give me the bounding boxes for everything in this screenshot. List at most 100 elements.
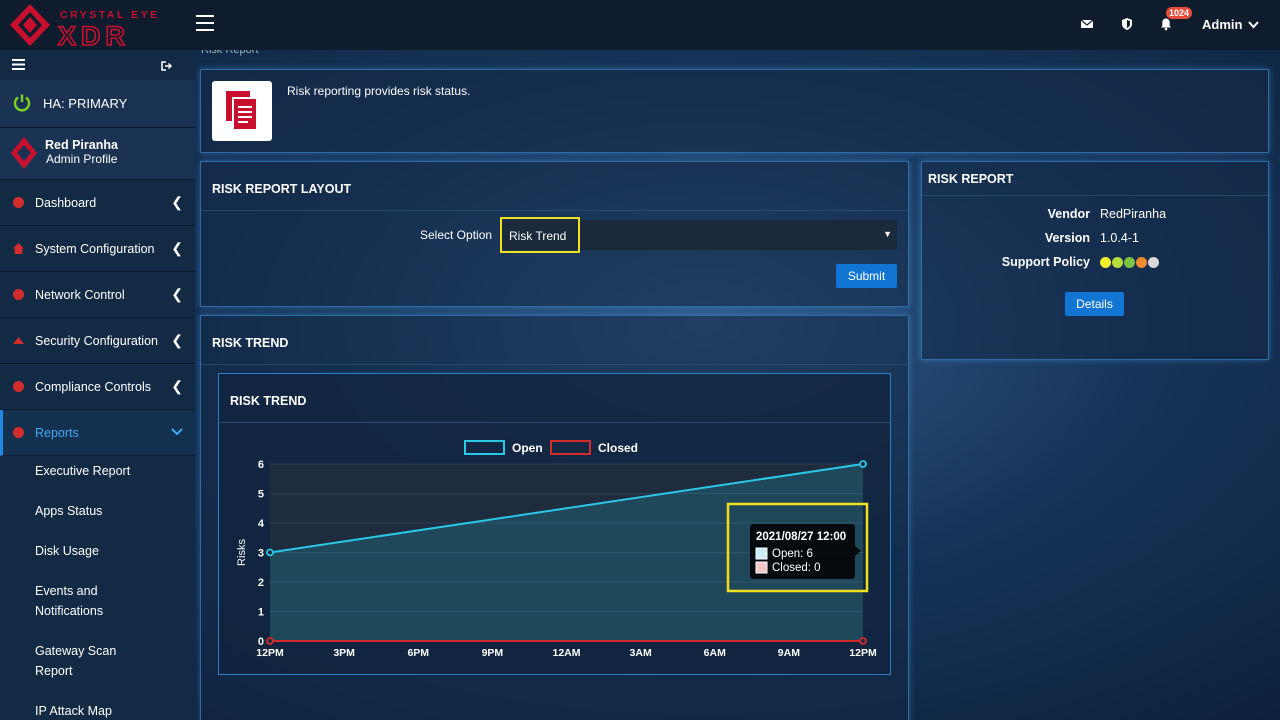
legend-swatch — [550, 440, 591, 455]
x-tick-label: 12PM — [849, 647, 877, 659]
sidebar-item-label: Compliance Controls — [35, 380, 152, 394]
sidebar-item-label: System Configuration — [35, 242, 155, 256]
y-tick-label: 4 — [258, 518, 265, 530]
report-document-icon — [212, 81, 272, 141]
bell-icon[interactable] — [1159, 17, 1173, 31]
globe-icon — [13, 289, 24, 300]
tooltip-closed-value: Closed: 0 — [772, 562, 821, 574]
sidebar-toolbar — [0, 50, 195, 80]
support-policy-dot — [1124, 257, 1135, 268]
risk-report-panel: RISK REPORT Vendor RedPiranha Version 1.… — [921, 161, 1269, 360]
support-policy-dot — [1148, 257, 1159, 268]
x-tick-label: 12AM — [552, 647, 580, 659]
y-tick-label: 5 — [258, 489, 264, 501]
select-option-label: Select Option — [420, 228, 493, 242]
x-tick-label: 12PM — [256, 647, 284, 659]
version-key: Version — [1044, 231, 1090, 245]
x-tick-label: 6PM — [407, 647, 429, 659]
profile-role: Admin Profile — [46, 152, 118, 166]
profile-name: Red Piranha — [45, 138, 118, 152]
chevron-left-icon: ❮ — [171, 286, 183, 302]
chevron-down-icon — [1248, 21, 1259, 29]
dashboard-icon — [13, 197, 24, 208]
submit-button[interactable]: Submit — [836, 264, 897, 288]
info-panel: Risk reporting provides risk status. — [200, 69, 1269, 153]
sidebar-item-label: Network Control — [35, 288, 125, 302]
risk-trend-chart-panel: RISK TREND 0 1 2 3 4 5 6 12PM 3PM 6PM 9PM 12AM 3AM 6A… — [218, 373, 891, 675]
submenu-disk-usage[interactable]: Disk Usage — [0, 534, 195, 574]
chevron-down-icon — [171, 428, 183, 436]
highlight-box — [500, 217, 580, 253]
ha-status-label: HA: PRIMARY — [43, 96, 128, 111]
risk-trend-panel: RISK TREND RISK TREND 0 1 2 3 4 5 6 12PM 3PM 6PM 9… — [200, 315, 909, 720]
submenu-events-notifications[interactable]: Events and Notifications — [0, 574, 120, 634]
user-menu-label: Admin — [1202, 17, 1243, 32]
details-button[interactable]: Details — [1065, 292, 1124, 316]
notification-badge: 1024 — [1166, 7, 1193, 19]
user-menu[interactable]: Admin — [1202, 17, 1259, 32]
support-policy-dot — [1100, 257, 1111, 268]
sidebar-menu: Dashboard ❮ System Configuration ❮ Netwo… — [0, 180, 195, 456]
vendor-value: RedPiranha — [1100, 207, 1167, 221]
power-icon — [13, 94, 31, 112]
sidebar-item-security-configuration[interactable]: Security Configuration ❮ — [0, 318, 195, 364]
tooltip-open-swatch — [755, 547, 768, 560]
sidebar-item-compliance-controls[interactable]: Compliance Controls ❮ — [0, 364, 195, 410]
ha-status: HA: PRIMARY — [0, 80, 195, 128]
sidebar-item-system-configuration[interactable]: System Configuration ❮ — [0, 226, 195, 272]
submenu-gateway-scan-report[interactable]: Gateway Scan Report — [0, 634, 125, 694]
top-bar: CRYSTAL EYE XDR 1024 Admin — [0, 0, 1280, 50]
sidebar-item-label: Dashboard — [35, 196, 97, 210]
sidebar: HA: PRIMARY Red Piranha Admin Profile Da… — [0, 50, 195, 720]
vendor-key: Vendor — [1047, 207, 1090, 221]
support-policy-dot — [1136, 257, 1147, 268]
home-icon — [13, 243, 24, 254]
chevron-left-icon: ❮ — [171, 332, 183, 348]
panel-title: RISK TREND — [212, 336, 289, 350]
support-policy-dot — [1112, 257, 1123, 268]
panel-title: RISK REPORT LAYOUT — [212, 182, 352, 196]
submenu-executive-report[interactable]: Executive Report — [0, 454, 195, 494]
sidebar-item-network-control[interactable]: Network Control ❮ — [0, 272, 195, 318]
mail-icon[interactable] — [1080, 17, 1094, 31]
tooltip-open-value: Open: 6 — [772, 548, 813, 560]
compliance-icon — [13, 381, 24, 392]
reports-submenu: Executive Report Apps Status Disk Usage … — [0, 454, 195, 720]
tooltip-closed-swatch — [755, 561, 768, 574]
main-content: Risk Report Risk reporting provides risk… — [195, 44, 1280, 720]
support-policy-key: Support Policy — [1001, 255, 1090, 269]
profile[interactable]: Red Piranha Admin Profile — [0, 128, 195, 180]
sign-out-icon[interactable] — [161, 61, 173, 71]
panel-title: RISK REPORT — [928, 172, 1014, 186]
y-tick-label: 6 — [258, 459, 264, 471]
x-tick-label: 6AM — [704, 647, 726, 659]
page-description: Risk reporting provides risk status. — [287, 84, 471, 98]
menu-toggle-button[interactable] — [196, 15, 214, 31]
risk-report-layout-panel: RISK REPORT LAYOUT Select Option Risk Tr… — [200, 161, 909, 307]
shield-icon[interactable] — [1120, 17, 1134, 31]
sidebar-item-label: Reports — [35, 426, 79, 440]
red-piranha-logo-icon — [11, 137, 37, 169]
closed-series-point — [266, 637, 274, 645]
reports-icon — [13, 427, 24, 438]
list-toggle-icon[interactable] — [12, 59, 25, 70]
sidebar-item-dashboard[interactable]: Dashboard ❮ — [0, 180, 195, 226]
y-tick-label: 1 — [258, 607, 264, 619]
security-icon — [13, 337, 24, 344]
y-tick-label: 2 — [258, 577, 264, 589]
x-tick-label: 3AM — [630, 647, 652, 659]
crystal-eye-logo[interactable]: CRYSTAL EYE XDR — [8, 2, 168, 48]
closed-series-point — [859, 637, 867, 645]
caret-down-icon: ▼ — [883, 229, 892, 239]
legend-label: Closed — [598, 441, 638, 455]
submenu-apps-status[interactable]: Apps Status — [0, 494, 195, 534]
tooltip-title: 2021/08/27 12:00 — [756, 531, 846, 543]
version-value: 1.0.4-1 — [1100, 231, 1139, 245]
risk-trend-chart: 012345612PM 3PM 6PM 9PM 12AM 3AM 6AM 9AM 12PMRis… — [236, 440, 877, 659]
y-tick-label: 3 — [258, 548, 264, 560]
chevron-left-icon: ❮ — [171, 240, 183, 256]
x-tick-label: 9AM — [778, 647, 800, 659]
brand-main-text: XDR — [58, 21, 130, 48]
sidebar-item-reports[interactable]: Reports — [0, 410, 195, 456]
submenu-ip-attack-map[interactable]: IP Attack Map — [0, 694, 195, 720]
